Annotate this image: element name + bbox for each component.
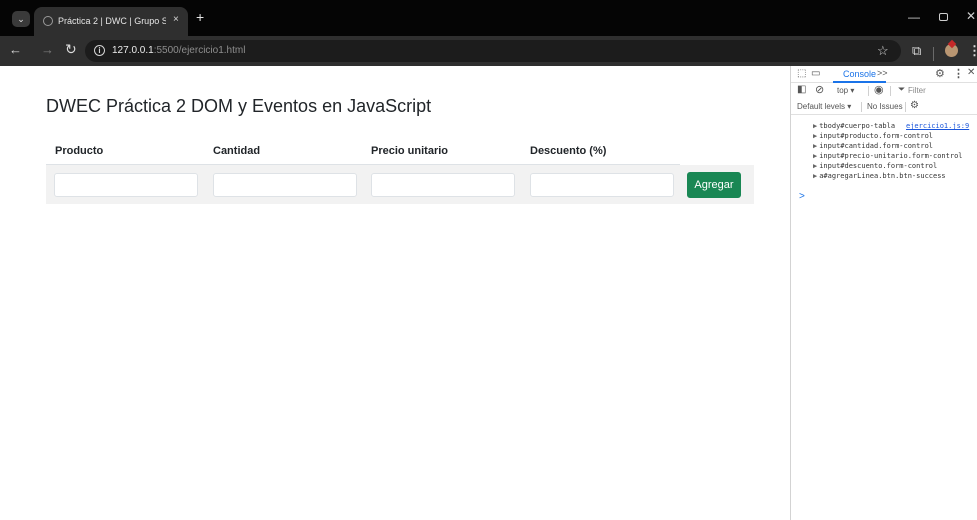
tab-title: Práctica 2 | DWC | Grupo Studio [58, 16, 166, 26]
forward-icon[interactable]: → [41, 42, 54, 57]
settings-icon[interactable]: ⚙ [935, 67, 945, 80]
url-text[interactable]: 127.0.0.1:5500/ejercicio1.html [112, 45, 245, 56]
tab-close-icon[interactable]: × [173, 14, 179, 25]
reload-icon[interactable]: ↻ [65, 41, 77, 58]
cantidad-input[interactable] [213, 173, 357, 197]
kebab-icon[interactable]: ⋮ [953, 67, 964, 80]
tab-search-icon[interactable]: ⌄ [12, 11, 30, 27]
console-log-entry[interactable]: ▶ input#precio-unitario.form-control [813, 152, 963, 160]
console-log-entry[interactable]: ▶ input#producto.form-control [813, 132, 933, 140]
console-log-entry[interactable]: ▶ tbody#cuerpo-tabla ejercicio1.js:9 [813, 122, 969, 130]
address-bar[interactable]: i 127.0.0.1:5500/ejercicio1.html [85, 40, 901, 62]
console-log-entry[interactable]: ▶ a#agregarLinea.btn.btn-success [813, 172, 946, 180]
devtools-tab-bar: ⬚ ▭ Console >> ⚙ ⋮ ✕ [791, 66, 977, 83]
sidebar-icon[interactable]: ◧ [797, 84, 806, 95]
console-log-entry[interactable]: ▶ input#cantidad.form-control [813, 142, 933, 150]
console-levels-bar: Default levels ▾ No Issues ⚙ [791, 99, 977, 115]
console-settings-icon[interactable]: ⚙ [910, 100, 919, 111]
inspect-icon[interactable]: ⬚ [797, 68, 806, 79]
console-toolbar: ◧ ⊘ top ▾ ◉ ⏷ Filter [791, 83, 977, 99]
clear-console-icon[interactable]: ⊘ [815, 83, 824, 96]
devtools-panel: ⬚ ▭ Console >> ⚙ ⋮ ✕ ◧ ⊘ top ▾ ◉ ⏷ Filte… [790, 66, 977, 520]
context-selector[interactable]: top ▾ [837, 86, 854, 95]
header-descuento: Descuento (%) [530, 145, 607, 157]
precio-unitario-input[interactable] [371, 173, 515, 197]
star-icon[interactable]: ☆ [877, 43, 889, 59]
tab-strip: ⌄ Práctica 2 | DWC | Grupo Studio × + — … [0, 0, 977, 36]
toolbar-separator [905, 102, 906, 112]
info-icon[interactable]: i [94, 45, 105, 56]
table-row: Agregar [46, 165, 754, 204]
browser-toolbar: ← → ↻ i 127.0.0.1:5500/ejercicio1.html ☆… [0, 36, 977, 66]
device-icon[interactable]: ▭ [811, 68, 820, 79]
descuento-input[interactable] [530, 173, 674, 197]
back-icon[interactable]: ← [9, 42, 22, 57]
close-icon[interactable]: ✕ [967, 67, 975, 78]
extensions-icon[interactable]: ⧉ [912, 43, 921, 59]
profile-icon[interactable] [945, 44, 958, 57]
minimize-icon[interactable]: — [908, 10, 920, 24]
menu-icon[interactable]: ⋮ [968, 43, 977, 59]
maximize-icon[interactable] [939, 13, 948, 21]
toolbar-divider [933, 47, 934, 61]
console-prompt[interactable]: > [799, 191, 805, 202]
browser-tab[interactable]: Práctica 2 | DWC | Grupo Studio × [34, 7, 188, 36]
toolbar-separator [868, 86, 869, 96]
page-content: DWEC Práctica 2 DOM y Eventos en JavaScr… [0, 66, 790, 520]
filter-input[interactable]: Filter [908, 86, 926, 95]
favicon-icon [43, 16, 53, 26]
page-title: DWEC Práctica 2 DOM y Eventos en JavaScr… [46, 96, 432, 116]
new-tab-button[interactable]: + [196, 10, 204, 24]
levels-dropdown[interactable]: Default levels ▾ [797, 102, 851, 111]
header-cantidad: Cantidad [213, 145, 261, 157]
window-close-icon[interactable]: ✕ [966, 9, 976, 23]
console-log-entry[interactable]: ▶ input#descuento.form-control [813, 162, 937, 170]
add-line-button[interactable]: Agregar [687, 172, 741, 198]
toolbar-separator [890, 86, 891, 96]
producto-input[interactable] [54, 173, 198, 197]
issues-button[interactable]: No Issues [867, 102, 903, 111]
header-producto: Producto [55, 145, 104, 157]
toolbar-separator [861, 102, 862, 112]
header-precio-unitario: Precio unitario [371, 145, 449, 157]
more-tabs-icon[interactable]: >> [877, 68, 888, 78]
source-link: ejercicio1.js:9 [906, 122, 970, 130]
eye-icon[interactable]: ◉ [874, 83, 884, 96]
filter-icon: ⏷ [898, 84, 906, 94]
